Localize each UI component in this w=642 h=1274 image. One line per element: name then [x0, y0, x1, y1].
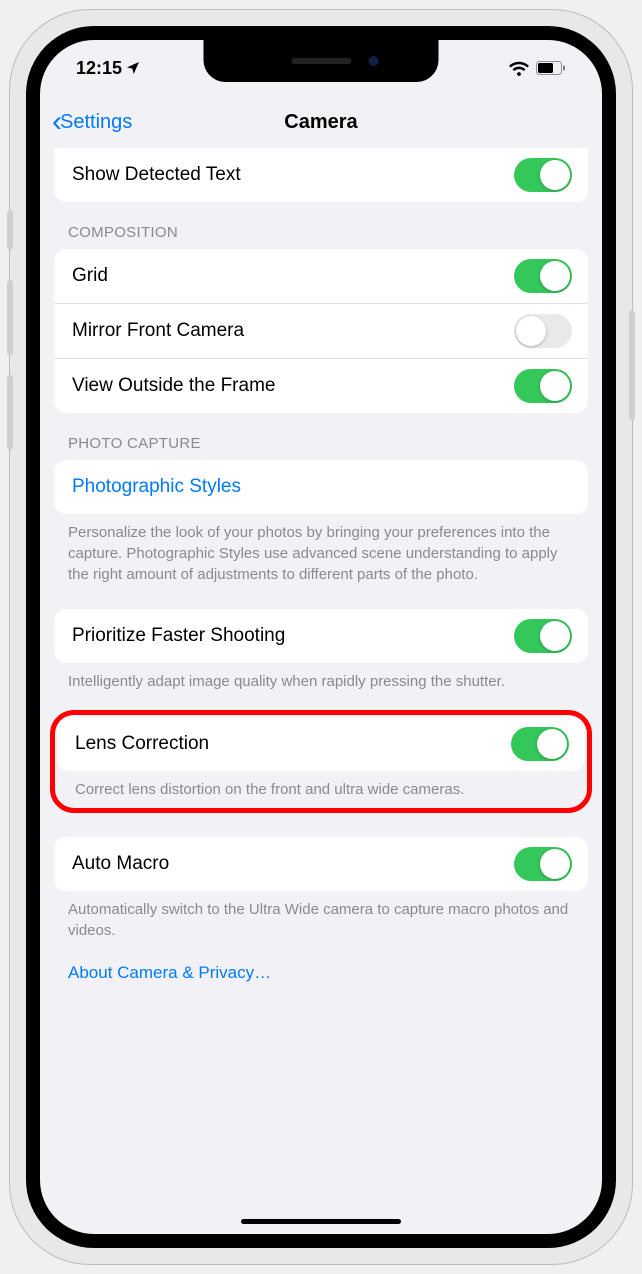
- priority-label: Prioritize Faster Shooting: [72, 625, 285, 647]
- priority-footer: Intelligently adapt image quality when r…: [40, 663, 602, 692]
- home-indicator[interactable]: [241, 1219, 401, 1224]
- grid-row[interactable]: Grid: [54, 249, 588, 303]
- back-button[interactable]: ‹ Settings: [52, 107, 132, 137]
- prioritize-faster-shooting-row[interactable]: Prioritize Faster Shooting: [54, 609, 588, 663]
- mirror-toggle[interactable]: [514, 314, 572, 348]
- mute-switch: [7, 210, 13, 250]
- grid-label: Grid: [72, 265, 108, 287]
- macro-footer: Automatically switch to the Ultra Wide c…: [40, 891, 602, 941]
- grid-toggle[interactable]: [514, 259, 572, 293]
- priority-toggle[interactable]: [514, 619, 572, 653]
- device-frame: 12:15 ‹ Settings Camera Show Det: [10, 10, 632, 1264]
- macro-toggle[interactable]: [514, 847, 572, 881]
- battery-icon: [536, 61, 566, 75]
- notch: [204, 40, 439, 82]
- show-detected-text-toggle[interactable]: [514, 158, 572, 192]
- mirror-label: Mirror Front Camera: [72, 320, 244, 342]
- volume-up-button: [7, 280, 13, 355]
- wifi-icon: [508, 60, 530, 76]
- mirror-front-camera-row[interactable]: Mirror Front Camera: [54, 303, 588, 358]
- back-label: Settings: [60, 111, 132, 134]
- photo-capture-header: PHOTO CAPTURE: [40, 413, 602, 460]
- styles-footer: Personalize the look of your photos by b…: [40, 514, 602, 585]
- lens-label: Lens Correction: [75, 733, 209, 755]
- side-button: [629, 310, 635, 420]
- macro-label: Auto Macro: [72, 853, 169, 875]
- lens-correction-highlight: Lens Correction Correct lens distortion …: [50, 710, 592, 813]
- nav-bar: ‹ Settings Camera: [40, 96, 602, 148]
- lens-toggle[interactable]: [511, 727, 569, 761]
- volume-down-button: [7, 375, 13, 450]
- auto-macro-row[interactable]: Auto Macro: [54, 837, 588, 891]
- show-detected-text-row[interactable]: Show Detected Text: [54, 148, 588, 202]
- lens-footer: Correct lens distortion on the front and…: [57, 771, 585, 806]
- screen: 12:15 ‹ Settings Camera Show Det: [40, 40, 602, 1234]
- about-camera-privacy-link[interactable]: About Camera & Privacy…: [40, 941, 602, 991]
- view-outside-label: View Outside the Frame: [72, 375, 275, 397]
- location-icon: [125, 60, 141, 76]
- photographic-styles-link[interactable]: Photographic Styles: [54, 460, 588, 514]
- status-time: 12:15: [76, 58, 122, 79]
- photographic-styles-label: Photographic Styles: [72, 476, 241, 498]
- view-outside-toggle[interactable]: [514, 369, 572, 403]
- lens-correction-row[interactable]: Lens Correction: [57, 717, 585, 771]
- show-detected-text-label: Show Detected Text: [72, 164, 241, 186]
- composition-header: COMPOSITION: [40, 202, 602, 249]
- view-outside-frame-row[interactable]: View Outside the Frame: [54, 358, 588, 413]
